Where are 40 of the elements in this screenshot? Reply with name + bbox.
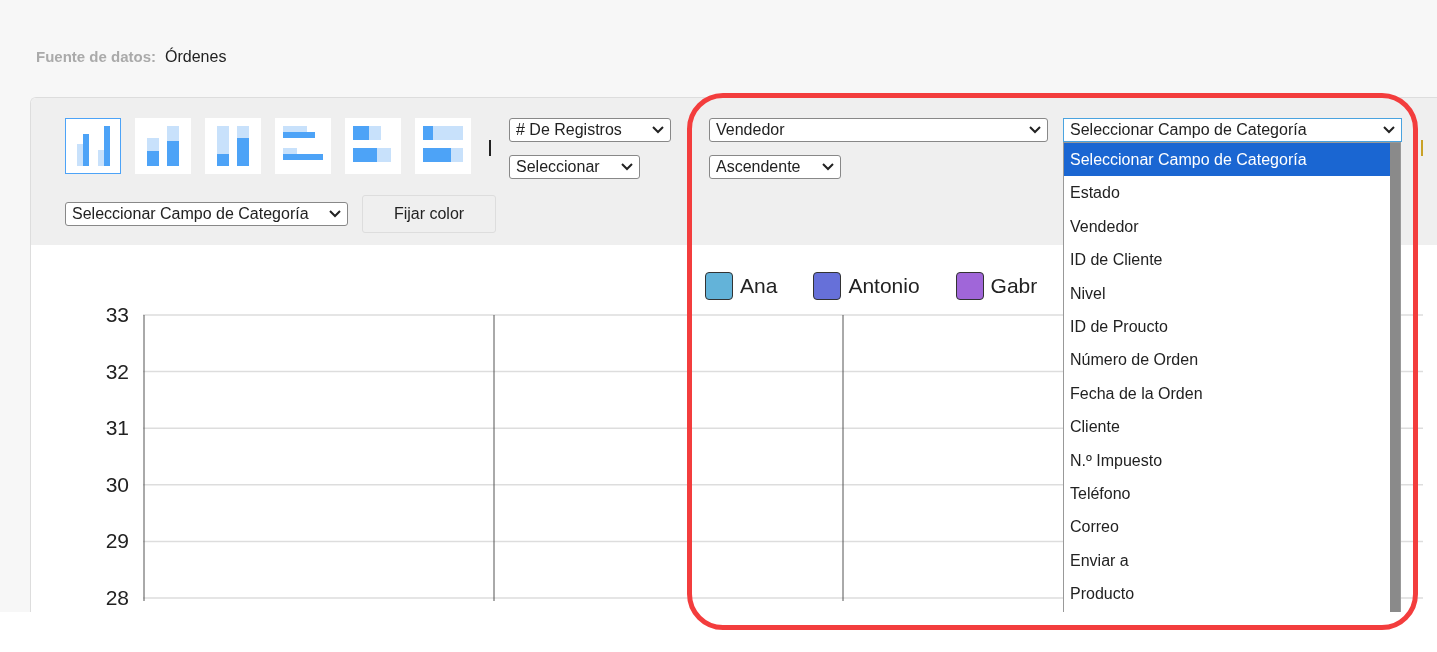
dropdown-option[interactable]: Vendedor — [1064, 209, 1390, 244]
chart-type-button[interactable] — [65, 118, 121, 174]
group-dropdown[interactable]: Seleccionar Campo de Categoría — [1063, 118, 1402, 142]
color-field-dropdown[interactable]: Seleccionar Campo de Categoría — [65, 202, 348, 226]
dropdown-option[interactable]: Fecha de la Orden — [1064, 376, 1390, 411]
y-axis-label: 30 — [105, 471, 129, 498]
y-axis-label: 31 — [105, 415, 129, 442]
dropdown-option[interactable]: Número de Orden — [1064, 343, 1390, 377]
dropdown-option[interactable]: Producto — [1064, 577, 1390, 611]
dropdown-option[interactable]: Correo — [1064, 510, 1390, 544]
dropdown-option[interactable]: ID de Proucto — [1064, 309, 1390, 344]
data-source-value: Órdenes — [165, 48, 227, 66]
y-axis-label: 32 — [105, 358, 129, 385]
sort-dropdown[interactable]: Ascendente — [709, 155, 841, 179]
dropdown-option[interactable]: Teléfono — [1064, 476, 1390, 511]
y-axis-label: 33 — [105, 302, 129, 328]
y-axis-label: 29 — [105, 528, 129, 555]
category-dropdown[interactable]: Vendedor — [709, 118, 1048, 142]
set-color-button[interactable]: Fijar color — [362, 195, 496, 233]
dropdown-option[interactable]: ID de Cliente — [1064, 243, 1390, 277]
legend-label: Gabr — [990, 274, 1038, 298]
chevron-down-icon — [652, 126, 664, 134]
dropdown-option[interactable]: Estado — [1064, 176, 1390, 210]
legend-label: Antonio — [848, 274, 920, 298]
chevron-down-icon — [1029, 126, 1041, 134]
dropdown-option[interactable]: N.º Impuesto — [1064, 443, 1390, 477]
aggregate-dropdown[interactable]: Seleccionar — [509, 155, 640, 179]
dropdown-option[interactable]: Enviar a — [1064, 543, 1390, 578]
dropdown-option[interactable]: Nivel — [1064, 276, 1390, 310]
chevron-down-icon — [1383, 126, 1395, 134]
chevron-down-icon — [621, 163, 633, 171]
legend-label: Ana — [740, 274, 778, 298]
data-source-label: Fuente de datos: — [36, 48, 156, 65]
measure-dropdown[interactable]: # De Registros — [509, 118, 671, 142]
dropdown-option[interactable]: Seleccionar Campo de Categoría — [1064, 143, 1390, 177]
y-axis-label: 28 — [105, 584, 129, 611]
chevron-down-icon — [822, 163, 834, 171]
dropdown-option[interactable]: Cliente — [1064, 410, 1390, 444]
scrollbar[interactable] — [1390, 143, 1400, 612]
chevron-down-icon — [329, 210, 341, 218]
